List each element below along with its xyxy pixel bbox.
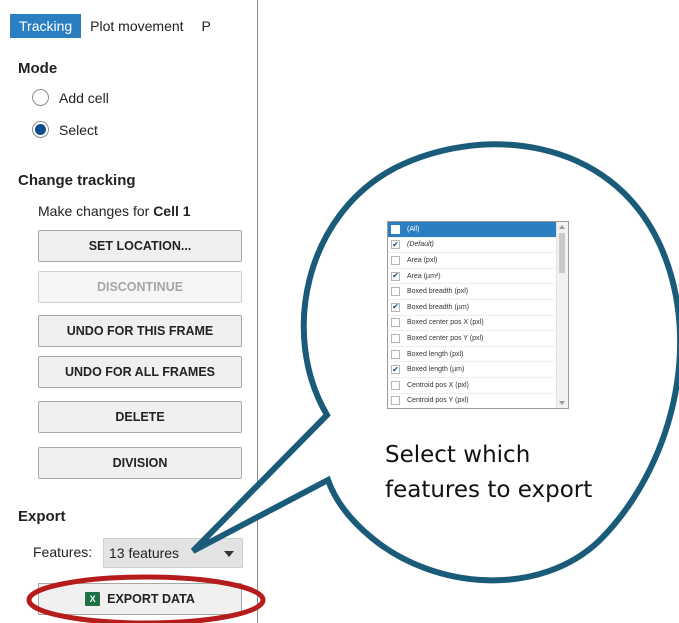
undo-frame-button[interactable]: UNDO FOR THIS FRAME (38, 315, 242, 347)
scroll-thumb[interactable] (559, 233, 565, 273)
change-target-caption: Make changes for Cell 1 (38, 203, 191, 219)
radio-select[interactable]: Select (32, 121, 98, 138)
feature-list-item[interactable]: ✔ (Default) (388, 238, 568, 254)
discontinue-button[interactable]: DISCONTINUE (38, 271, 242, 303)
checkbox-icon[interactable] (391, 333, 400, 343)
feature-list-item[interactable]: ✔ Area (µm²) (388, 269, 568, 285)
features-dropdown-value: 13 features (109, 545, 180, 561)
checkbox-icon[interactable] (391, 224, 400, 234)
feature-list-item[interactable]: Boxed center pos Y (pxl) (388, 331, 568, 347)
feature-list-item[interactable]: Boxed length (pxl) (388, 347, 568, 363)
mode-section-title: Mode (18, 60, 58, 77)
radio-checked-icon[interactable] (32, 121, 49, 138)
undo-all-frames-button[interactable]: UNDO FOR ALL FRAMES (38, 356, 242, 388)
feature-list-item[interactable]: Area (pxl) (388, 253, 568, 269)
feature-list-item-label: Boxed breadth (pxl) (407, 288, 469, 296)
feature-list-item[interactable]: ✔ Boxed length (µm) (388, 362, 568, 378)
checkmark-icon[interactable]: ✔ (391, 240, 400, 250)
export-section-title: Export (18, 508, 66, 525)
checkbox-icon[interactable] (391, 318, 400, 328)
callout-text-line1: Select which (385, 442, 531, 468)
feature-list-item-label: Boxed center pos X (pxl) (407, 319, 484, 327)
feature-list-item-label: (All) (407, 225, 420, 233)
checkbox-icon[interactable] (391, 349, 400, 359)
feature-list-item[interactable]: (All) (388, 222, 568, 238)
radio-unchecked-icon[interactable] (32, 89, 49, 106)
tab-bar: Tracking Plot movement P (10, 14, 257, 38)
feature-list-item[interactable]: Boxed center pos X (pxl) (388, 316, 568, 332)
feature-list-item-label: Boxed center pos Y (pxl) (407, 334, 484, 342)
tracking-panel: Tracking Plot movement P Mode Add cell S… (0, 0, 258, 623)
callout-text-line2: features to export (385, 477, 593, 503)
feature-list-item-label: Boxed length (µm) (407, 366, 465, 374)
features-listbox[interactable]: (All) ✔ (Default) Area (pxl) ✔ Area (µm²) Boxe… (387, 221, 569, 409)
radio-select-label: Select (59, 121, 98, 138)
feature-list-item[interactable]: ✔ Boxed breadth (µm) (388, 300, 568, 316)
feature-list-item[interactable]: Boxed breadth (pxl) (388, 284, 568, 300)
caption-prefix: Make changes for (38, 203, 150, 219)
feature-list-item-label: Boxed breadth (µm) (407, 303, 470, 311)
feature-list-item-label: (Default) (407, 241, 434, 249)
checkbox-icon[interactable] (391, 396, 400, 406)
list-scrollbar[interactable] (556, 222, 568, 408)
feature-list-item[interactable]: Centroid pos X (pxl) (388, 378, 568, 394)
scroll-down-icon[interactable] (559, 401, 565, 405)
chevron-down-icon[interactable] (224, 551, 234, 557)
checkmark-icon[interactable]: ✔ (391, 365, 400, 375)
callout-text: Select which features to export (385, 438, 615, 508)
features-list: (All) ✔ (Default) Area (pxl) ✔ Area (µm²) Boxe… (388, 222, 568, 408)
export-data-label: EXPORT DATA (107, 592, 195, 606)
checkbox-icon[interactable] (391, 380, 400, 390)
tab-plot-movement[interactable]: Plot movement (81, 14, 192, 38)
feature-list-item[interactable]: Centroid pos Y (pxl) (388, 394, 568, 408)
checkmark-icon[interactable]: ✔ (391, 271, 400, 281)
feature-list-item-label: Area (µm²) (407, 272, 441, 280)
caption-cell-name: Cell 1 (153, 203, 191, 219)
tab-tracking[interactable]: Tracking (10, 14, 82, 38)
features-label: Features: (33, 544, 93, 560)
radio-add-cell-label: Add cell (59, 89, 109, 106)
scroll-up-icon[interactable] (559, 225, 565, 229)
set-location-button[interactable]: SET LOCATION... (38, 230, 242, 262)
excel-icon: X (85, 592, 101, 606)
division-button[interactable]: DIVISION (38, 447, 242, 479)
feature-list-item-label: Centroid pos X (pxl) (407, 381, 469, 389)
tab-overflow[interactable]: P (193, 14, 220, 38)
checkmark-icon[interactable]: ✔ (391, 302, 400, 312)
radio-add-cell[interactable]: Add cell (32, 89, 109, 106)
features-dropdown[interactable]: 13 features (103, 538, 243, 568)
feature-list-item-label: Boxed length (pxl) (407, 350, 464, 358)
feature-list-item-label: Centroid pos Y (pxl) (407, 397, 469, 405)
checkbox-icon[interactable] (391, 287, 400, 297)
checkbox-icon[interactable] (391, 255, 400, 265)
feature-list-item-label: Area (pxl) (407, 256, 438, 264)
delete-button[interactable]: DELETE (38, 401, 242, 433)
change-tracking-title: Change tracking (18, 172, 136, 189)
export-data-button[interactable]: X EXPORT DATA (38, 583, 242, 615)
